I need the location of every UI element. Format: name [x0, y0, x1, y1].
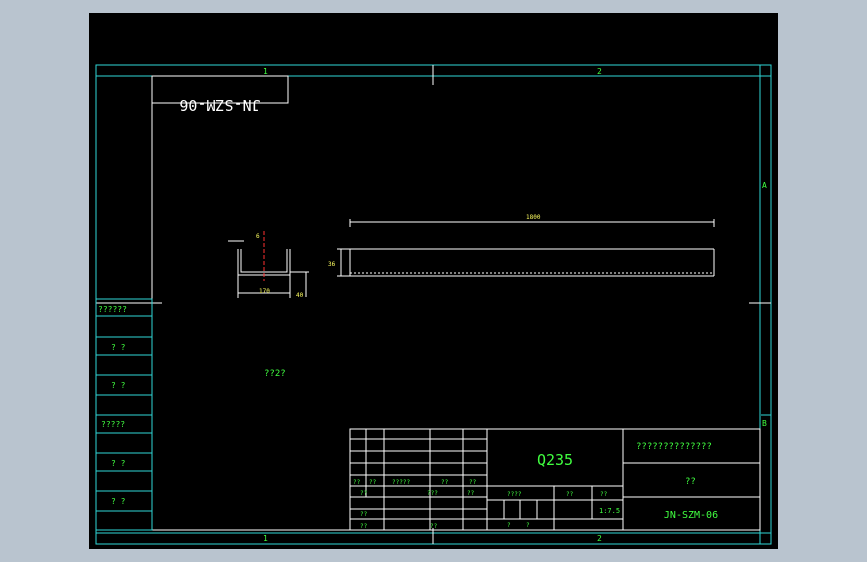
stage-header-3: ??: [600, 491, 608, 498]
inner-frame: [151, 75, 761, 531]
side-label-2: ? ?: [111, 343, 126, 352]
row-a-2: ???: [427, 490, 438, 497]
row-a-3: ??: [467, 490, 475, 497]
zone-label-top-2: 2: [597, 67, 602, 76]
mirrored-drawing-code: JN-SZM-06: [179, 96, 260, 114]
dim-width: 170: [259, 288, 270, 295]
stage-header-1: ????: [507, 491, 522, 498]
dim-tab: 40: [296, 292, 304, 299]
side-label-1: ??????: [98, 305, 127, 314]
sign-row-1: ??: [353, 479, 361, 486]
stage-bottom-1: ?: [507, 522, 511, 529]
zone-label-top-1: 1: [263, 67, 268, 76]
title-company: ??????????????: [636, 442, 712, 452]
side-label-6: ? ?: [111, 497, 126, 506]
outer-frame-stroke: [95, 64, 772, 545]
stage-bottom-2: ?: [526, 522, 530, 529]
dim-flange: 6: [256, 233, 260, 240]
side-label-5: ? ?: [111, 459, 126, 468]
sign-row-5: ??: [469, 479, 477, 486]
channel-elevation-view: [337, 219, 715, 277]
side-label-4: ?????: [101, 420, 125, 429]
sign-row-4: ??: [441, 479, 449, 486]
technical-note: ??2?: [264, 369, 286, 379]
row-d-2: ??: [430, 523, 438, 530]
stage-header-2: ??: [566, 491, 574, 498]
drawing-sheet: 1 2 1 2 A B JN-SZM-06 ?????? ? ? ? ? ???…: [95, 64, 772, 545]
row-a-1: ??: [360, 490, 368, 497]
zone-label-a: A: [762, 181, 767, 190]
sign-row-3: ?????: [392, 479, 410, 486]
side-label-3: ? ?: [111, 381, 126, 390]
zone-label-bottom-2: 2: [597, 534, 602, 543]
title-scale: 1:7.5: [599, 507, 620, 515]
side-strip: [95, 298, 153, 531]
row-c-1: ??: [360, 511, 368, 518]
zone-label-b: B: [762, 419, 767, 428]
row-d-1: ??: [360, 523, 368, 530]
zone-label-bottom-1: 1: [263, 534, 268, 543]
outer-frame: [95, 64, 772, 545]
dim-height: 36: [328, 261, 336, 268]
title-part-name: ??: [685, 477, 696, 487]
title-drawing-no: JN-SZM-06: [664, 510, 718, 521]
dim-length: 1800: [526, 214, 541, 221]
cad-viewport[interactable]: 1 2 1 2 A B JN-SZM-06 ?????? ? ? ? ? ???…: [89, 13, 778, 549]
title-material: Q235: [537, 451, 573, 469]
sign-row-2: ??: [369, 479, 377, 486]
